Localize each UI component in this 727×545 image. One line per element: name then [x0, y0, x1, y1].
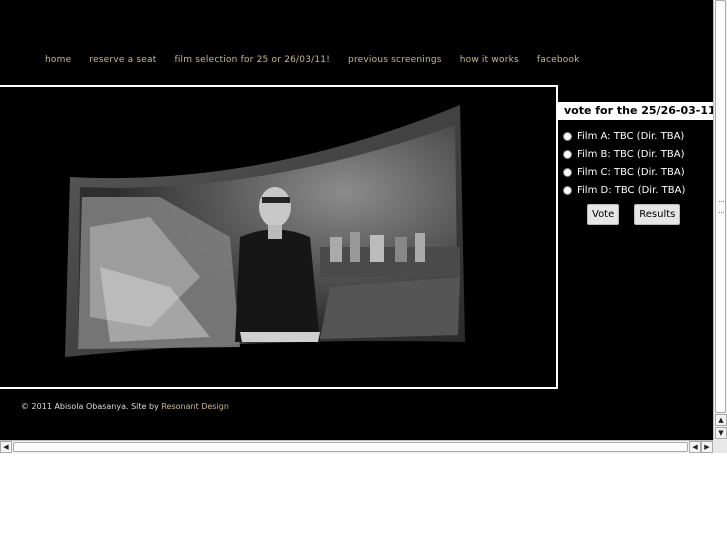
poll-title: vote for the 25/26-03-11	[557, 102, 713, 120]
poll-option-d[interactable]: Film D: TBC (Dir. TBA)	[563, 181, 707, 199]
horizontal-scroll-thumb[interactable]	[13, 442, 688, 452]
grip-icon	[719, 201, 724, 213]
nav-reserve-seat[interactable]: reserve a seat	[89, 55, 156, 65]
option-label: Film C: TBC (Dir. TBA)	[577, 166, 685, 178]
scroll-right-icon[interactable]: ▶	[701, 441, 713, 453]
poll-option-b[interactable]: Film B: TBC (Dir. TBA)	[563, 145, 707, 163]
hero-image	[65, 105, 465, 357]
horizontal-scrollbar[interactable]: ◀ ◀ ▶	[0, 440, 713, 453]
scroll-left-icon[interactable]: ◀	[0, 441, 12, 453]
browser-viewport: home reserve a seat film selection for 2…	[0, 0, 713, 440]
option-label: Film B: TBC (Dir. TBA)	[577, 148, 685, 160]
results-button[interactable]: Results	[634, 204, 681, 225]
radio-button[interactable]	[563, 185, 572, 195]
option-label: Film D: TBC (Dir. TBA)	[577, 184, 686, 196]
main-nav: home reserve a seat film selection for 2…	[45, 55, 598, 65]
nav-previous-screenings[interactable]: previous screenings	[348, 55, 442, 65]
copyright-text: © 2011 Abisola Obasanya. Site by	[21, 402, 159, 411]
scroll-up-icon[interactable]: ▲	[715, 414, 727, 426]
nav-facebook[interactable]: facebook	[537, 55, 580, 65]
option-label: Film A: TBC (Dir. TBA)	[577, 130, 685, 142]
footer: © 2011 Abisola Obasanya. Site by Resonan…	[21, 402, 229, 411]
vote-button[interactable]: Vote	[587, 204, 620, 225]
nav-how-it-works[interactable]: how it works	[460, 55, 519, 65]
radio-button[interactable]	[563, 149, 572, 159]
nav-film-selection[interactable]: film selection for 25 or 26/03/11!	[174, 55, 330, 65]
scroll-left-icon[interactable]: ◀	[689, 441, 701, 453]
nav-home[interactable]: home	[45, 55, 71, 65]
scroll-down-icon[interactable]: ▼	[715, 427, 727, 439]
hero-frame	[0, 85, 558, 389]
vertical-scroll-thumb[interactable]	[715, 0, 726, 413]
poll-option-c[interactable]: Film C: TBC (Dir. TBA)	[563, 163, 707, 181]
poll-option-a[interactable]: Film A: TBC (Dir. TBA)	[563, 127, 707, 145]
radio-button[interactable]	[563, 131, 572, 141]
radio-button[interactable]	[563, 167, 572, 177]
vertical-scrollbar[interactable]: ▲ ▼	[713, 0, 727, 440]
designer-link[interactable]: Resonant Design	[161, 402, 229, 411]
scrollbar-corner	[713, 440, 727, 453]
poll-widget: vote for the 25/26-03-11 Film A: TBC (Di…	[557, 99, 713, 225]
